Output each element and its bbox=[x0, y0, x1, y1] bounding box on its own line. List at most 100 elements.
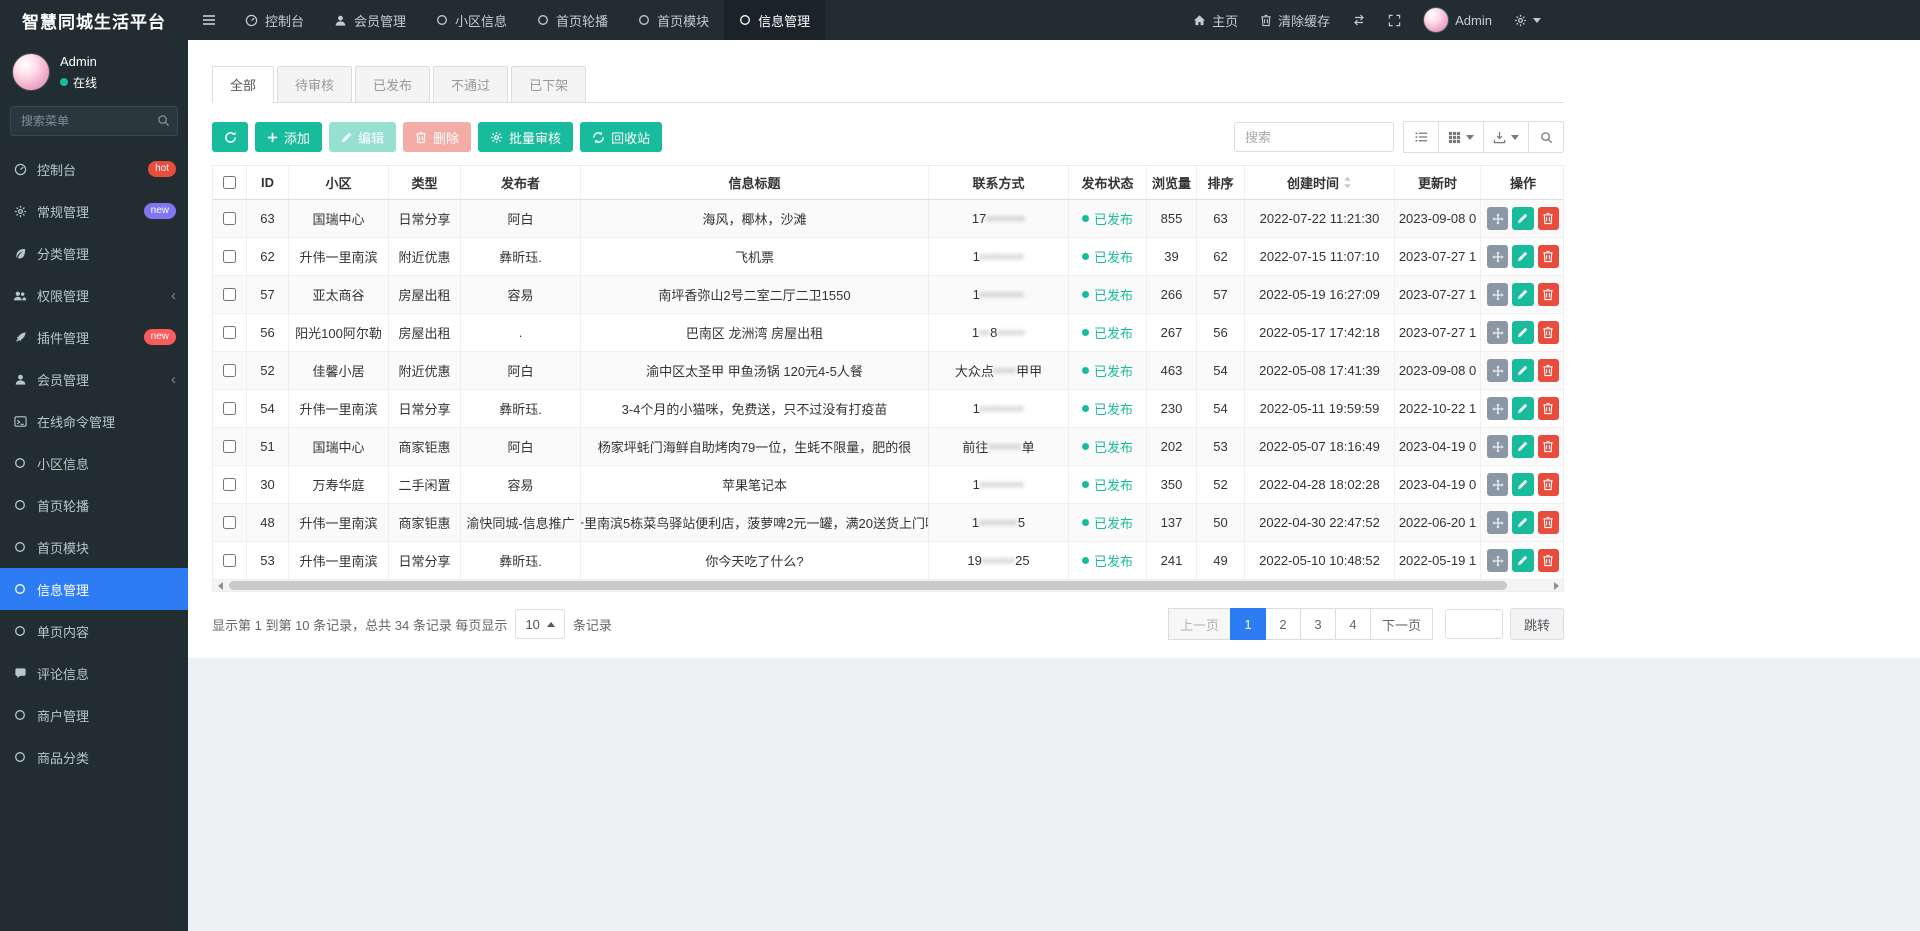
prev-page-button[interactable]: 上一页 bbox=[1167, 608, 1231, 640]
settings-button[interactable] bbox=[1503, 0, 1552, 40]
row-move-button[interactable] bbox=[1487, 549, 1509, 572]
topnav-item[interactable]: 首页模块 bbox=[623, 0, 724, 40]
row-checkbox[interactable] bbox=[223, 288, 236, 301]
row-move-button[interactable] bbox=[1487, 321, 1509, 344]
add-button[interactable]: 添加 bbox=[255, 122, 323, 152]
sidebar-item[interactable]: 插件管理 new bbox=[0, 316, 188, 358]
sidebar-item[interactable]: 商品分类 bbox=[0, 736, 188, 778]
sidebar-item[interactable]: 会员管理 ‹ bbox=[0, 358, 188, 400]
row-edit-button[interactable] bbox=[1512, 511, 1534, 534]
row-checkbox[interactable] bbox=[223, 478, 236, 491]
table-search-input[interactable] bbox=[1234, 122, 1394, 152]
sidebar-item[interactable]: 首页模块 bbox=[0, 526, 188, 568]
tab[interactable]: 不通过 bbox=[433, 66, 509, 103]
sidebar-search-input[interactable] bbox=[10, 106, 178, 136]
clear-cache-button[interactable]: 清除缓存 bbox=[1249, 0, 1341, 40]
row-checkbox[interactable] bbox=[223, 212, 236, 225]
columns-toggle-button[interactable] bbox=[1438, 121, 1484, 153]
jump-button[interactable]: 跳转 bbox=[1509, 608, 1564, 640]
sidebar-item[interactable]: 小区信息 bbox=[0, 442, 188, 484]
next-page-button[interactable]: 下一页 bbox=[1369, 608, 1433, 640]
row-checkbox[interactable] bbox=[223, 364, 236, 377]
jump-page-input[interactable] bbox=[1444, 609, 1503, 639]
row-edit-button[interactable] bbox=[1512, 549, 1534, 572]
row-delete-button[interactable] bbox=[1537, 397, 1559, 420]
row-delete-button[interactable] bbox=[1537, 359, 1559, 382]
row-checkbox[interactable] bbox=[223, 554, 236, 567]
sidebar-item[interactable]: 首页轮播 bbox=[0, 484, 188, 526]
row-checkbox[interactable] bbox=[223, 250, 236, 263]
row-move-button[interactable] bbox=[1487, 511, 1509, 534]
scrollbar-thumb[interactable] bbox=[229, 581, 1507, 590]
row-delete-button[interactable] bbox=[1537, 321, 1559, 344]
batch-audit-button[interactable]: 批量审核 bbox=[478, 122, 574, 152]
search-toggle-button[interactable] bbox=[1528, 121, 1564, 153]
sidebar-item[interactable]: 常规管理 new bbox=[0, 190, 188, 232]
row-delete-button[interactable] bbox=[1537, 283, 1559, 306]
row-move-button[interactable] bbox=[1487, 245, 1509, 268]
page-size-select[interactable]: 10 bbox=[515, 609, 565, 639]
row-delete-button[interactable] bbox=[1537, 435, 1559, 458]
row-move-button[interactable] bbox=[1487, 397, 1509, 420]
row-delete-button[interactable] bbox=[1537, 549, 1559, 572]
topnav-item[interactable]: 信息管理 bbox=[724, 0, 826, 40]
tab[interactable]: 待审核 bbox=[277, 66, 353, 103]
page-number-button[interactable]: 1 bbox=[1229, 608, 1266, 640]
page-number-button[interactable]: 4 bbox=[1334, 608, 1371, 640]
sidebar-item[interactable]: 单页内容 bbox=[0, 610, 188, 652]
row-edit-button[interactable] bbox=[1512, 435, 1534, 458]
topnav-item[interactable]: 控制台 bbox=[230, 0, 319, 40]
page-number-button[interactable]: 2 bbox=[1264, 608, 1301, 640]
admin-menu[interactable]: Admin bbox=[1412, 0, 1503, 40]
sidebar-item[interactable]: 控制台 hot bbox=[0, 148, 188, 190]
row-delete-button[interactable] bbox=[1537, 511, 1559, 534]
row-checkbox[interactable] bbox=[223, 516, 236, 529]
horizontal-scrollbar[interactable] bbox=[212, 580, 1564, 592]
select-all-checkbox[interactable] bbox=[223, 176, 236, 189]
row-checkbox[interactable] bbox=[223, 440, 236, 453]
delete-button[interactable]: 删除 bbox=[403, 122, 472, 152]
row-checkbox[interactable] bbox=[223, 326, 236, 339]
row-move-button[interactable] bbox=[1487, 207, 1509, 230]
hamburger-menu-icon[interactable] bbox=[188, 0, 230, 40]
row-delete-button[interactable] bbox=[1537, 245, 1559, 268]
scroll-left-arrow-icon[interactable] bbox=[213, 580, 227, 591]
row-move-button[interactable] bbox=[1487, 473, 1509, 496]
row-checkbox[interactable] bbox=[223, 402, 236, 415]
column-header[interactable]: 创建时间 bbox=[1245, 166, 1395, 199]
export-button[interactable] bbox=[1483, 121, 1529, 153]
sidebar-item[interactable]: 在线命令管理 bbox=[0, 400, 188, 442]
row-move-button[interactable] bbox=[1487, 283, 1509, 306]
scroll-right-arrow-icon[interactable] bbox=[1549, 580, 1563, 591]
sidebar-item[interactable]: 权限管理 ‹ bbox=[0, 274, 188, 316]
row-delete-button[interactable] bbox=[1537, 473, 1559, 496]
row-delete-button[interactable] bbox=[1537, 207, 1559, 230]
row-edit-button[interactable] bbox=[1512, 207, 1534, 230]
sidebar-item[interactable]: 商户管理 bbox=[0, 694, 188, 736]
tab[interactable]: 已发布 bbox=[355, 66, 431, 103]
sidebar-item[interactable]: 分类管理 bbox=[0, 232, 188, 274]
row-edit-button[interactable] bbox=[1512, 473, 1534, 496]
tab[interactable]: 已下架 bbox=[511, 66, 587, 103]
row-edit-button[interactable] bbox=[1512, 283, 1534, 306]
row-edit-button[interactable] bbox=[1512, 397, 1534, 420]
switch-button[interactable] bbox=[1341, 0, 1377, 40]
sidebar-item[interactable]: 信息管理 bbox=[0, 568, 188, 610]
recycle-bin-button[interactable]: 回收站 bbox=[580, 122, 663, 152]
row-edit-button[interactable] bbox=[1512, 321, 1534, 344]
topnav-item[interactable]: 会员管理 bbox=[319, 0, 421, 40]
topnav-item[interactable]: 小区信息 bbox=[421, 0, 522, 40]
sidebar-item[interactable]: 评论信息 bbox=[0, 652, 188, 694]
tab[interactable]: 全部 bbox=[212, 66, 275, 103]
row-edit-button[interactable] bbox=[1512, 245, 1534, 268]
fullscreen-button[interactable] bbox=[1377, 0, 1412, 40]
edit-button[interactable]: 编辑 bbox=[329, 122, 397, 152]
row-move-button[interactable] bbox=[1487, 359, 1509, 382]
row-edit-button[interactable] bbox=[1512, 359, 1534, 382]
common-search-button[interactable] bbox=[1403, 121, 1439, 153]
row-move-button[interactable] bbox=[1487, 435, 1509, 458]
home-button[interactable]: 主页 bbox=[1182, 0, 1249, 40]
refresh-button[interactable] bbox=[212, 122, 248, 152]
page-number-button[interactable]: 3 bbox=[1299, 608, 1336, 640]
topnav-item[interactable]: 首页轮播 bbox=[522, 0, 623, 40]
